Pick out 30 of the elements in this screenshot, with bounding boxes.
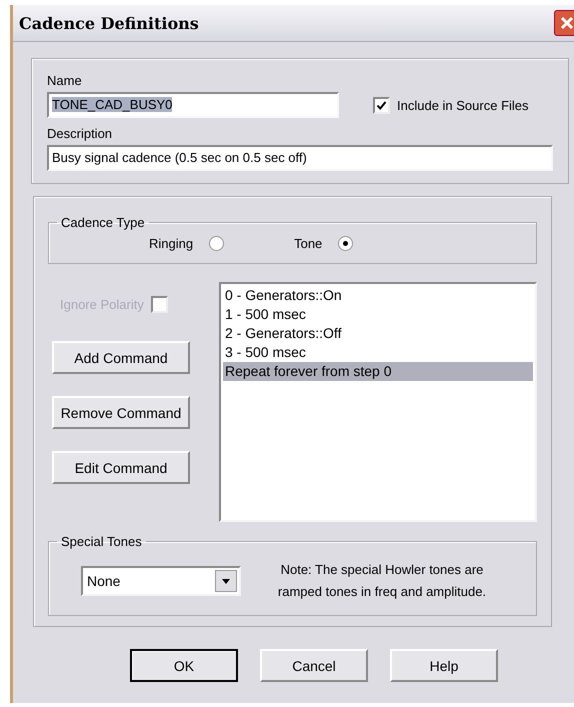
include-checkbox[interactable]	[373, 96, 390, 114]
radio-button[interactable]	[209, 236, 224, 251]
special-tones-title: Special Tones	[60, 534, 143, 549]
cadence-type-title: Cadence Type	[60, 215, 146, 230]
command-button[interactable]: Edit Command	[52, 451, 190, 484]
dialog-button[interactable]: OK	[130, 649, 238, 682]
name-field[interactable]: TONE_CAD_BUSY0	[47, 92, 339, 118]
radio-label: Tone	[294, 236, 322, 251]
caret-icon	[222, 578, 230, 584]
command-button[interactable]: Add Command	[52, 341, 190, 374]
note-text: Note: The special Howler tones are ramped tones in freq and amplitude.	[276, 561, 488, 601]
description-field[interactable]: Busy signal cadence (0.5 sec on 0.5 sec off)	[47, 145, 553, 171]
description-label: Description	[47, 126, 114, 141]
special-tones-dropdown[interactable]: None	[81, 566, 241, 596]
command-item[interactable]: 1 - 500 msec	[223, 305, 533, 324]
dialog-button[interactable]: Help	[390, 649, 498, 682]
radio-button[interactable]	[338, 236, 354, 251]
command-item[interactable]: Repeat forever from step 0	[223, 362, 533, 381]
checkmark-icon	[376, 100, 387, 110]
name-label: Name	[47, 73, 83, 88]
include-label: Include in Source Files	[397, 98, 529, 112]
dialog-button[interactable]: Cancel	[260, 649, 368, 682]
close-button[interactable]	[554, 10, 574, 36]
command-item[interactable]: 3 - 500 msec	[223, 343, 533, 362]
close-icon	[559, 15, 574, 31]
command-item[interactable]: 0 - Generators::On	[223, 286, 533, 305]
radio-label: Ringing	[149, 236, 194, 251]
command-button[interactable]: Remove Command	[52, 396, 190, 429]
window-title: Cadence Definitions	[19, 14, 199, 32]
command-item[interactable]: 2 - Generators::Off	[223, 324, 533, 343]
